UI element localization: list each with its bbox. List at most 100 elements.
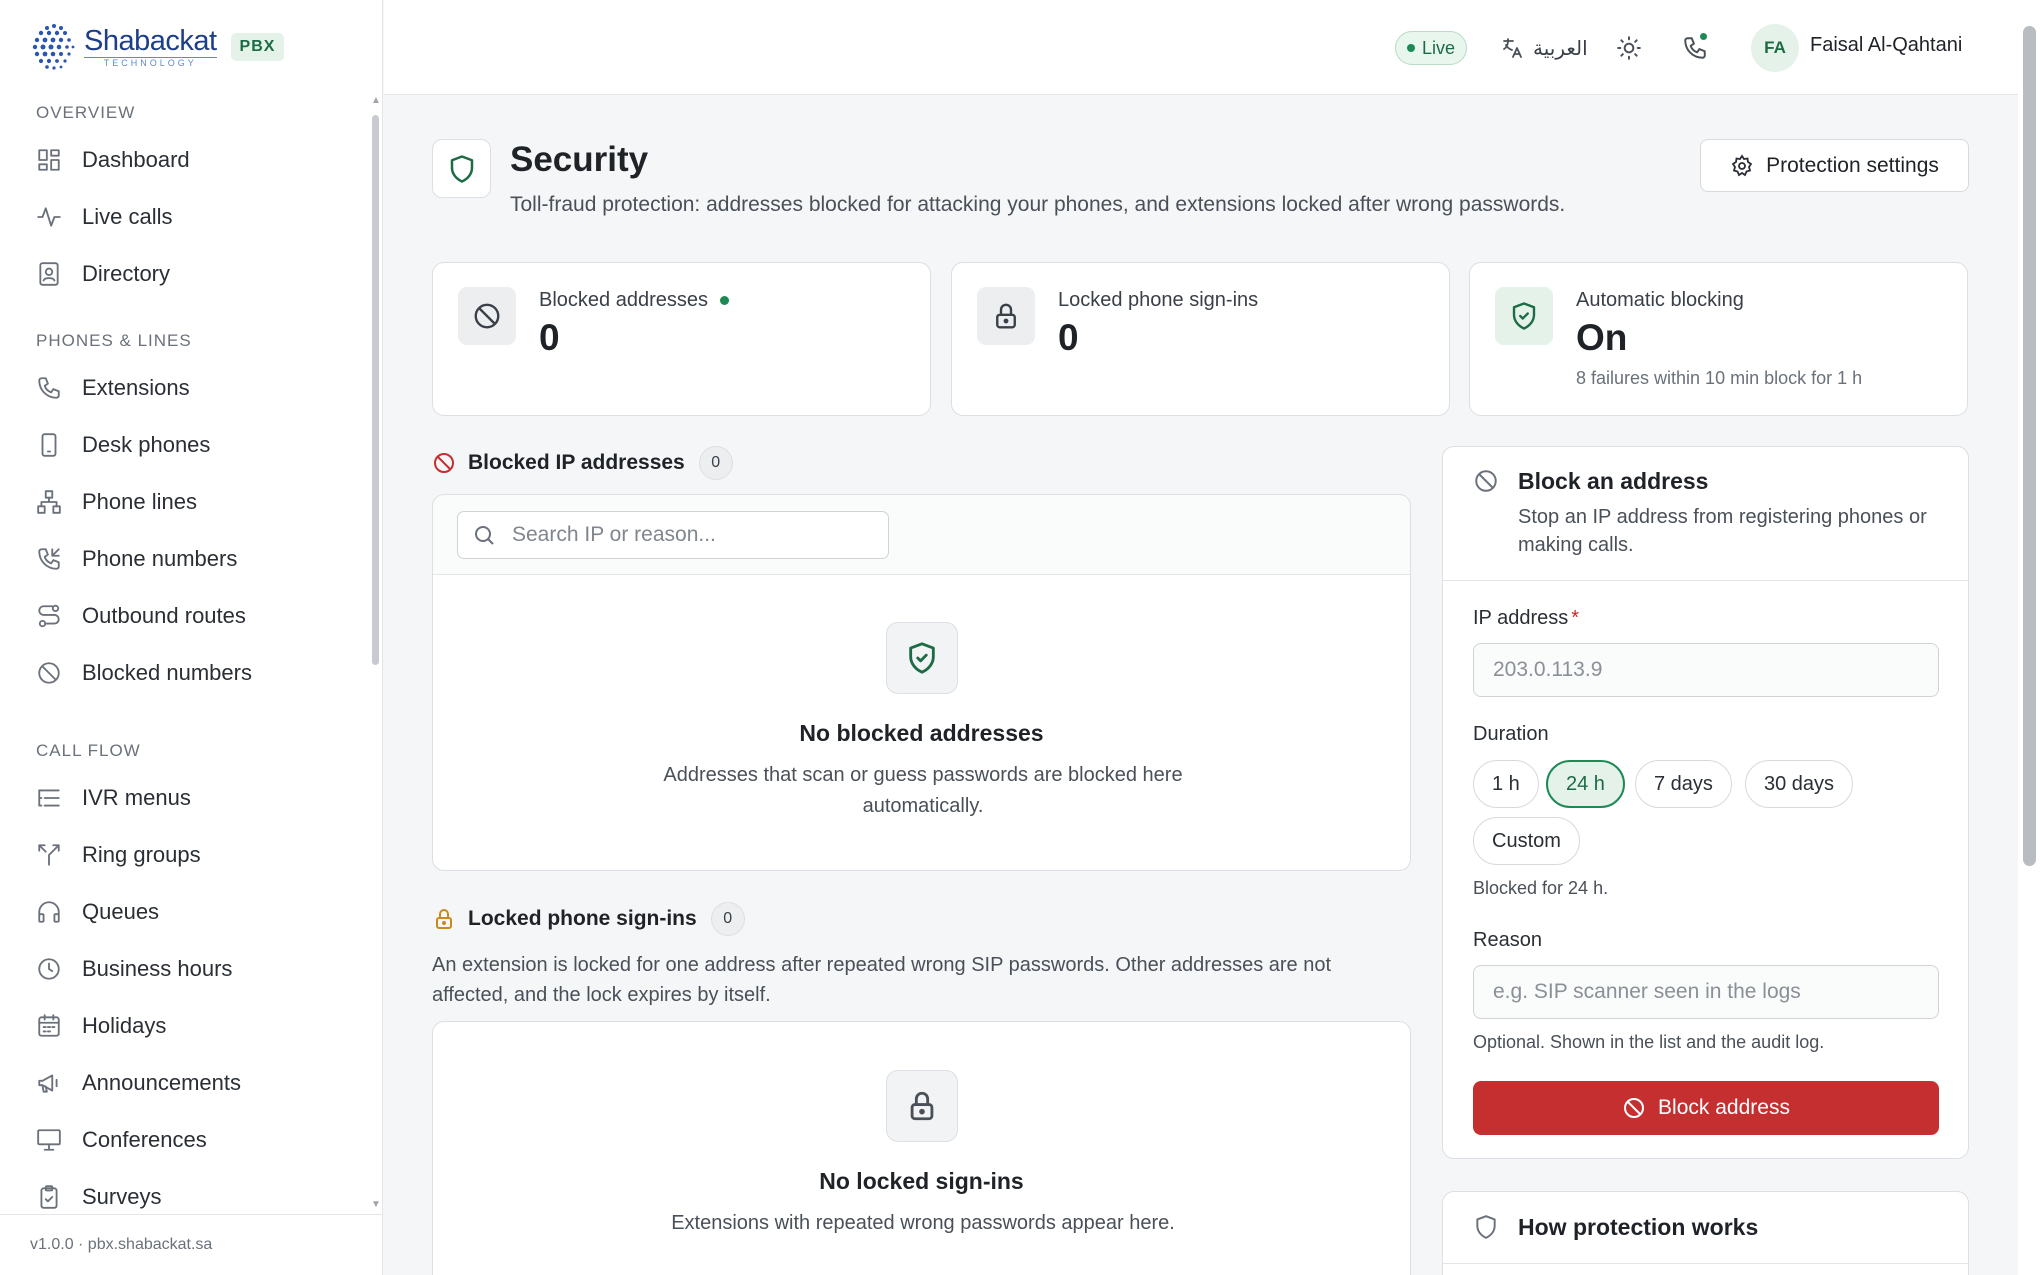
locked-signins-panel: No locked sign-ins Extensions with repea… [432,1021,1411,1275]
stat-label: Blocked addresses [539,289,729,312]
block-address-button[interactable]: Block address [1473,1081,1939,1135]
stat-card-locked: Locked phone sign-ins 0 [951,262,1450,416]
network-icon [37,489,61,514]
sidebar-item-phone-lines[interactable]: Phone lines [0,473,370,530]
lock-icon [910,1091,934,1121]
sidebar-scrollbar[interactable]: ▲ ▼ [371,95,381,1210]
nav-section-overview: OVERVIEW [36,103,136,122]
sidebar-item-label: Business hours [82,955,233,981]
empty-state-title: No blocked addresses [799,720,1044,746]
stat-icon [977,287,1035,345]
sidebar-item-outbound-routes[interactable]: Outbound routes [0,587,370,644]
sidebar-item-holidays[interactable]: Holidays [0,997,370,1054]
panel-header: Block an address Stop an IP address from… [1443,447,1968,581]
sidebar-item-label: Phone lines [82,488,197,514]
protection-settings-label: Protection settings [1766,153,1939,177]
brand-name: Shabackat [84,24,217,57]
ban-icon [1624,1098,1645,1118]
main-scrollbar[interactable] [2018,0,2040,1275]
duration-option-30-days[interactable]: 30 days [1745,760,1854,808]
sidebar-item-conferences[interactable]: Conferences [0,1111,370,1168]
nav-section-call-flow: CALL FLOW [36,741,141,760]
sidebar-item-dashboard[interactable]: Dashboard [0,131,370,188]
sidebar-item-blocked-numbers[interactable]: Blocked numbers [0,644,370,701]
divider [1443,1263,1968,1264]
top-bar: Live العربية FA Faisal Al-Qahtani [384,0,2018,95]
sidebar-item-live-calls[interactable]: Live calls [0,188,370,245]
sidebar-scroll-thumb[interactable] [372,115,379,665]
panel-subtitle: Stop an IP address from registering phon… [1518,506,1927,556]
how-protection-works-panel[interactable]: How protection works [1442,1191,1969,1275]
sidebar-item-ivr-menus[interactable]: IVR menus [0,769,370,826]
blocked-ips-panel: No blocked addresses Addresses that scan… [432,494,1411,871]
page-description: Toll-fraud protection: addresses blocked… [510,193,1566,216]
stat-label: Locked phone sign-ins [1058,289,1259,311]
scroll-down-arrow-icon[interactable]: ▼ [371,1199,381,1210]
language-label: العربية [1533,37,1588,60]
protection-settings-button[interactable]: Protection settings [1700,139,1969,192]
duration-option-custom[interactable]: Custom [1473,817,1580,865]
shield-check-icon [909,642,935,674]
empty-state-description: Addresses that scan or guess passwords a… [663,764,1183,817]
shield-icon [1476,1215,1496,1239]
empty-state-icon [886,1070,958,1142]
search-input[interactable] [512,523,872,547]
duration-hint: Blocked for 24 h. [1473,878,1609,898]
sidebar-item-directory[interactable]: Directory [0,245,370,302]
stat-label-text: Blocked addresses [539,289,708,311]
ip-address-input[interactable] [1473,643,1939,697]
how-protection-works-title: How protection works [1518,1214,1759,1240]
duration-option-24h[interactable]: 24 h [1546,760,1625,808]
softphone-button[interactable] [1676,29,1714,67]
theme-toggle-button[interactable] [1610,29,1648,67]
sidebar-item-label: Dashboard [82,146,190,172]
reason-hint: Optional. Shown in the list and the audi… [1473,1032,1825,1052]
sidebar-item-extensions[interactable]: Extensions [0,359,370,416]
ip-address-label: IP address * [1473,607,1579,630]
scroll-up-arrow-icon[interactable]: ▲ [371,95,381,106]
sidebar-item-phone-numbers[interactable]: Phone numbers [0,530,370,587]
sidebar-item-surveys[interactable]: Surveys [0,1168,370,1210]
stat-card-auto-blocking: Automatic blocking On 8 failures within … [1469,262,1968,416]
avatar[interactable]: FA [1751,24,1799,72]
stat-label: Automatic blocking [1576,289,1744,311]
stat-icon [1495,287,1553,345]
shield-icon [450,154,473,183]
sidebar-item-business-hours[interactable]: Business hours [0,940,370,997]
clock-icon [38,957,60,980]
duration-option-7-days[interactable]: 7 days [1635,760,1732,808]
security-page-icon [432,139,491,198]
stat-value: On [1576,317,1628,358]
sidebar-item-desk-phones[interactable]: Desk phones [0,416,370,473]
sidebar-item-label: Phone numbers [82,545,238,571]
ip-address-label-text: IP address [1473,607,1569,629]
reason-label: Reason [1473,929,1542,951]
stat-note: 8 failures within 10 min block for 1 h [1576,368,1863,388]
stat-value: 0 [539,317,560,358]
language-toggle-button[interactable]: العربية [1501,31,1588,65]
sidebar-item-label: Surveys [82,1183,162,1209]
sidebar-item-label: Conferences [82,1126,207,1152]
live-dot-icon [1407,44,1415,52]
route-icon [38,604,60,627]
section-title: Locked phone sign-ins [468,907,697,930]
user-name[interactable]: Faisal Al-Qahtani [1810,34,1962,57]
sidebar-item-label: Announcements [82,1069,241,1095]
section-title: Blocked IP addresses [468,451,685,474]
sidebar-item-queues[interactable]: Queues [0,883,370,940]
gear-icon [1731,153,1753,176]
calendar-icon [38,1013,60,1037]
reason-input[interactable] [1473,965,1939,1019]
sidebar-item-ring-groups[interactable]: Ring groups [0,826,370,883]
sidebar-item-label: Holidays [82,1012,167,1038]
count-badge: 0 [698,446,733,480]
stat-icon [458,287,516,345]
brand-logo[interactable]: Shabackat TECHNOLOGY PBX [30,18,285,76]
count-badge: 0 [710,902,745,936]
duration-option-1h[interactable]: 1 h [1473,760,1539,808]
search-field[interactable] [457,511,889,559]
main-scroll-thumb[interactable] [2023,26,2036,866]
stat-card-blocked: Blocked addresses 0 [432,262,931,416]
phone-status-dot-icon [1698,31,1709,42]
sidebar-item-announcements[interactable]: Announcements [0,1054,370,1111]
